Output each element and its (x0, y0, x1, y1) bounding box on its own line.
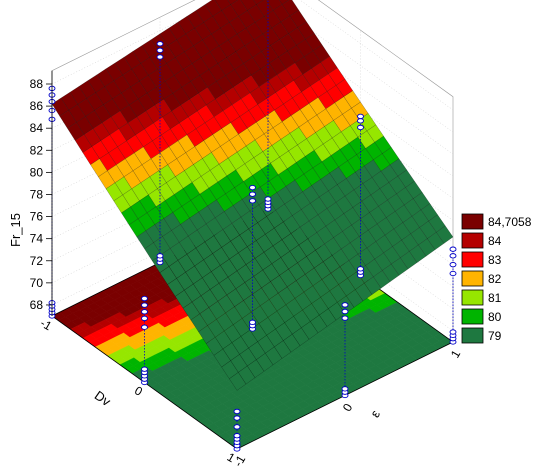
z-tick-label: 76 (30, 210, 44, 224)
observation-point (249, 184, 256, 191)
chart-root: 68 70 72 74 76 78 80 82 84 86 88 -1 0 1 -1 0 1 Fr_15 Dv … (0, 0, 546, 467)
z-tick-label: 80 (30, 165, 44, 179)
floor-observation-point (357, 266, 364, 272)
observation-point (357, 124, 364, 131)
legend-swatch (461, 327, 484, 344)
z-tick-label: 86 (30, 99, 44, 113)
observation-point (156, 54, 164, 60)
z-tick-label: 68 (30, 298, 44, 312)
z-tick-label: 74 (30, 232, 44, 246)
floor-observation-point (141, 366, 148, 372)
y-tick-label: 1 (448, 347, 464, 360)
surface-plot: 6870727476788082848688-101-101 Fr_15 Dv … (8, 0, 532, 467)
floor-observation-point (249, 319, 256, 326)
observation-point (341, 315, 349, 321)
observation-point (341, 308, 349, 315)
observation-point (156, 47, 164, 54)
observation-point (449, 262, 457, 268)
observation-point (141, 295, 148, 302)
legend: 84,7058 84 83 82 81 80 79 (461, 213, 532, 344)
observation-point (141, 324, 148, 330)
z-tick-label: 82 (30, 143, 44, 157)
legend-swatch (461, 289, 484, 306)
observation-point (449, 253, 457, 259)
observation-point (141, 309, 148, 315)
legend-label: 79 (488, 329, 502, 343)
z-axis-label: Fr_15 (8, 213, 23, 247)
legend-label: 84 (488, 234, 502, 248)
legend-swatch (461, 213, 484, 230)
floor-observation-point (449, 329, 457, 335)
observation-point (357, 113, 364, 120)
observation-point (141, 315, 148, 322)
floor-observation-point (156, 253, 164, 259)
observation-point (341, 302, 349, 308)
x-tick-label: 0 (132, 383, 145, 399)
z-tick-label: 70 (30, 276, 44, 290)
observation-point (233, 424, 241, 430)
legend-swatch (461, 232, 484, 249)
observation-point (141, 302, 148, 308)
legend-label: 81 (488, 291, 502, 305)
legend-swatch (461, 270, 484, 287)
z-tick-label: 88 (30, 77, 44, 91)
observation-point (449, 270, 457, 277)
observation-point (156, 41, 164, 47)
observation-point (233, 415, 241, 421)
legend-label: 80 (488, 310, 502, 324)
floor-observation-point (341, 386, 349, 392)
z-tick-label: 78 (30, 187, 44, 201)
legend-label: 82 (488, 272, 502, 286)
floor-observation-point (264, 196, 272, 202)
observation-point (249, 198, 256, 204)
observation-point (449, 246, 457, 252)
z-tick-label: 84 (30, 121, 44, 135)
observation-point (249, 191, 256, 197)
observation-point (357, 118, 364, 124)
z-tick-label: 72 (30, 254, 44, 268)
x-axis-label: Dv (92, 388, 114, 410)
floor-observation-point (233, 433, 241, 439)
legend-label: 84,7058 (488, 215, 532, 229)
legend-swatch (461, 251, 484, 268)
legend-label: 83 (488, 253, 502, 267)
observation-point (233, 408, 241, 415)
y-axis-label: ε (367, 407, 383, 420)
y-tick-label: 0 (340, 401, 356, 414)
legend-swatch (461, 308, 484, 325)
